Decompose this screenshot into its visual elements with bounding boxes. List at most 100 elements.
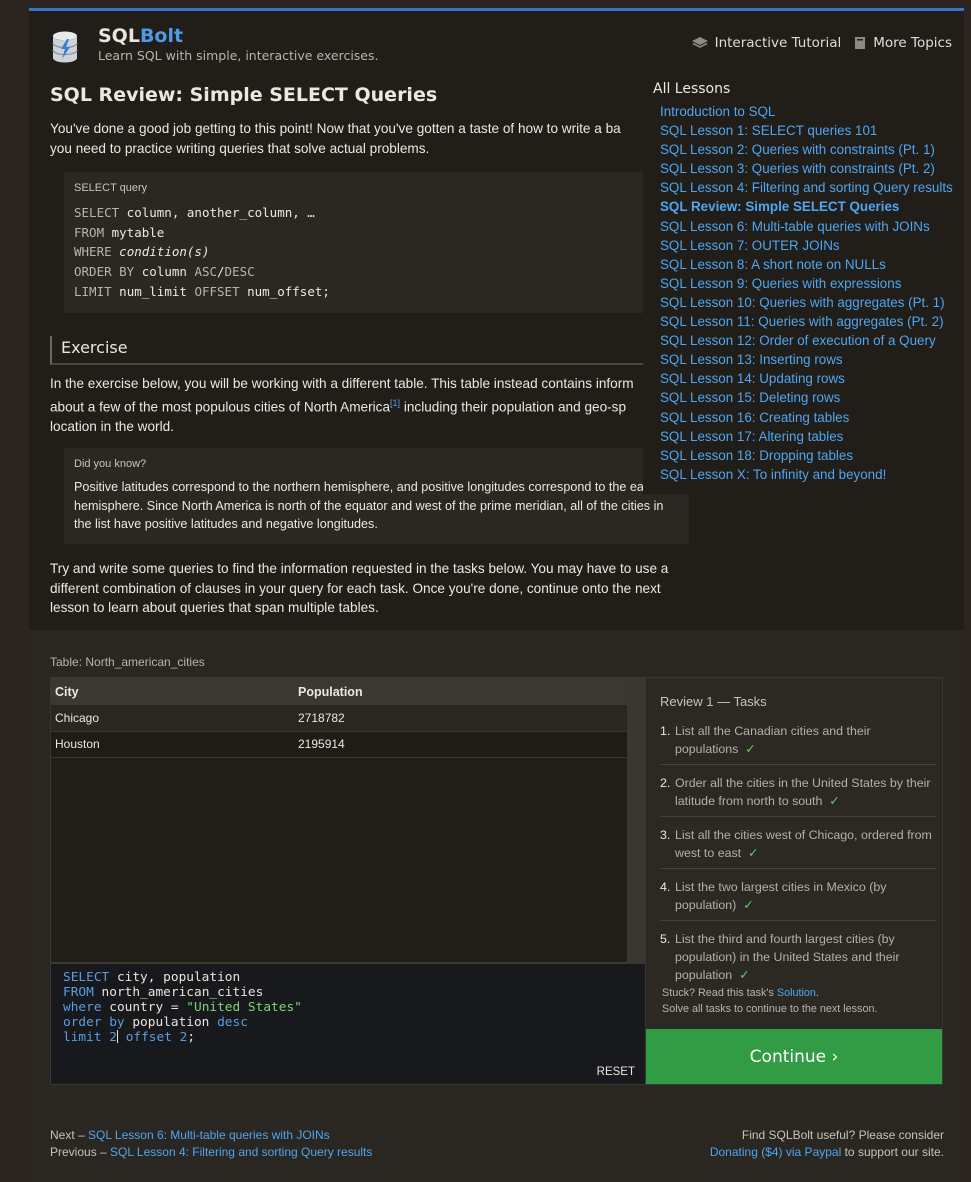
- stuck-hint: Stuck? Read this task's Solution. Solve …: [662, 985, 877, 1017]
- footnote-link[interactable]: [1]: [390, 398, 400, 408]
- exercise-paragraph: In the exercise below, you will be worki…: [50, 374, 690, 436]
- lesson-link-10[interactable]: SQL Lesson 10: Queries with aggregates (…: [660, 293, 964, 312]
- lesson-link-3[interactable]: SQL Lesson 3: Queries with constraints (…: [660, 159, 964, 178]
- tasks-panel: Review 1 — Tasks 1. List all the Canadian…: [645, 677, 943, 1085]
- page: SQLBolt Learn SQL with simple, interacti…: [29, 8, 964, 1182]
- task-text: Order all the cities in the United State…: [675, 776, 931, 808]
- book-icon: [855, 37, 866, 49]
- lesson-link-2[interactable]: SQL Lesson 2: Queries with constraints (…: [660, 140, 964, 159]
- brand-sql: SQL: [98, 25, 140, 47]
- try-paragraph: Try and write some queries to find the i…: [50, 561, 669, 615]
- code-caption: SELECT query: [74, 182, 148, 194]
- database-logo-icon[interactable]: [50, 30, 80, 64]
- lessons-list: Introduction to SQL SQL Lesson 1: SELECT…: [653, 102, 964, 484]
- code-syntax: SELECT column, another_column, … FROM my…: [74, 205, 330, 299]
- continue-button[interactable]: Continue ›: [646, 1029, 942, 1084]
- exercise-line-3: location in the world.: [50, 418, 174, 434]
- table-row: Chicago 2718782: [51, 705, 628, 732]
- lesson-link-1[interactable]: SQL Lesson 1: SELECT queries 101: [660, 121, 964, 140]
- stuck-suffix: .: [815, 987, 819, 999]
- exercise-line-2: about a few of the most populous cities …: [50, 399, 391, 415]
- page-title: SQL Review: Simple SELECT Queries: [50, 84, 438, 106]
- task-text: List the two largest cities in Mexico (b…: [675, 880, 887, 912]
- top-nav: Interactive Tutorial More Topics: [691, 35, 952, 51]
- lesson-link-16[interactable]: SQL Lesson 16: Creating tables: [660, 408, 964, 427]
- lesson-link-12[interactable]: SQL Lesson 12: Order of execution of a Q…: [660, 331, 964, 350]
- sql-query-editor[interactable]: SELECT city, population FROM north_ameri…: [50, 963, 646, 1085]
- table-cell: Houston: [51, 731, 294, 758]
- results-table: City Population Chicago 2718782 Houston …: [51, 678, 628, 758]
- tasks-list: 1. List all the Canadian cities and their…: [660, 720, 936, 997]
- check-icon: ✓: [739, 968, 750, 982]
- did-you-know-text: Positive latitudes correspond to the nor…: [74, 480, 672, 531]
- lesson-link-11[interactable]: SQL Lesson 11: Queries with aggregates (…: [660, 312, 964, 331]
- task-item: 5. List the third and fourth largest citi…: [660, 932, 900, 982]
- check-icon: ✓: [829, 794, 840, 808]
- table-scrollbar[interactable]: [627, 678, 644, 962]
- table-cell: 2195914: [294, 731, 628, 758]
- solve-all-text: Solve all tasks to continue to the next …: [662, 1003, 878, 1015]
- task-item: 2. Order all the cities in the United Sta…: [660, 772, 936, 817]
- text-cursor: [116, 1030, 118, 1043]
- sql-query-text[interactable]: SELECT city, population FROM north_ameri…: [63, 970, 633, 1045]
- footer-navigation: Next – SQL Lesson 6: Multi-table queries…: [50, 1127, 372, 1161]
- solution-link[interactable]: Solution: [777, 987, 816, 999]
- donate-link[interactable]: Donating ($4) via Paypal: [710, 1145, 841, 1159]
- column-header-city: City: [51, 678, 294, 705]
- lesson-link-intro[interactable]: Introduction to SQL: [660, 102, 964, 121]
- lesson-link-4[interactable]: SQL Lesson 4: Filtering and sorting Quer…: [660, 178, 964, 197]
- lesson-link-review-current[interactable]: SQL Review: Simple SELECT Queries: [660, 197, 964, 216]
- brand-bolt: Bolt: [139, 25, 184, 47]
- intro-line-2: you need to practice writing queries tha…: [50, 140, 430, 156]
- exercise-area: Table: North_american_cities City Popula…: [29, 630, 964, 1182]
- all-lessons-dropdown: All Lessons Introduction to SQL SQL Less…: [643, 69, 964, 494]
- table-cell: 2718782: [294, 705, 628, 732]
- table-caption: Table: North_american_cities: [50, 655, 205, 669]
- exercise-line-2b: including their population and geo-sp: [400, 399, 627, 415]
- nav-interactive-tutorial[interactable]: Interactive Tutorial: [691, 35, 842, 51]
- previous-prefix: Previous –: [50, 1145, 111, 1159]
- stuck-prefix: Stuck? Read this task's: [662, 987, 777, 999]
- task-item: 4. List the two largest cities in Mexico …: [660, 876, 936, 921]
- check-icon: ✓: [745, 742, 756, 756]
- lesson-link-7[interactable]: SQL Lesson 7: OUTER JOINs: [660, 236, 964, 255]
- exercise-line-1: In the exercise below, you will be worki…: [50, 376, 634, 391]
- check-icon: ✓: [743, 898, 754, 912]
- task-text: List the third and fourth largest cities…: [675, 932, 900, 982]
- lesson-link-13[interactable]: SQL Lesson 13: Inserting rows: [660, 350, 964, 369]
- layers-icon: [691, 37, 708, 48]
- check-icon: ✓: [748, 846, 759, 860]
- select-query-syntax-box: SELECT query SELECT column, another_colu…: [64, 172, 689, 313]
- nav-more-topics[interactable]: More Topics: [853, 35, 952, 51]
- intro-line-1: You've done a good job getting to this p…: [50, 121, 621, 136]
- reset-button[interactable]: RESET: [597, 1066, 635, 1078]
- lesson-link-18[interactable]: SQL Lesson 18: Dropping tables: [660, 446, 964, 465]
- next-lesson-link[interactable]: SQL Lesson 6: Multi-table queries with J…: [88, 1128, 330, 1142]
- table-header-row: City Population: [51, 678, 628, 705]
- nav-more-topics-label: More Topics: [873, 35, 952, 51]
- lesson-link-8[interactable]: SQL Lesson 8: A short note on NULLs: [660, 255, 964, 274]
- lesson-link-9[interactable]: SQL Lesson 9: Queries with expressions: [660, 274, 964, 293]
- task-item: 3. List all the cities west of Chicago, o…: [660, 824, 936, 869]
- lesson-link-15[interactable]: SQL Lesson 15: Deleting rows: [660, 388, 964, 407]
- table-row: Houston 2195914: [51, 731, 628, 758]
- footer-donate: Find SQLBolt useful? Please consider Don…: [710, 1127, 944, 1161]
- previous-lesson-link[interactable]: SQL Lesson 4: Filtering and sorting Quer…: [110, 1145, 372, 1159]
- task-text: List all the cities west of Chicago, ord…: [675, 828, 932, 860]
- tagline: Learn SQL with simple, interactive exerc…: [98, 48, 379, 63]
- lesson-link-x[interactable]: SQL Lesson X: To infinity and beyond!: [660, 465, 964, 484]
- task-text: List all the Canadian cities and their p…: [675, 724, 871, 756]
- lesson-link-17[interactable]: SQL Lesson 17: Altering tables: [660, 427, 964, 446]
- donate-suffix: to support our site.: [841, 1145, 944, 1159]
- brand-name[interactable]: SQLBolt: [98, 25, 183, 47]
- task-item: 1. List all the Canadian cities and their…: [660, 720, 936, 765]
- next-prefix: Next –: [50, 1128, 89, 1142]
- useful-text: Find SQLBolt useful? Please consider: [741, 1128, 944, 1142]
- lesson-link-14[interactable]: SQL Lesson 14: Updating rows: [660, 369, 964, 388]
- did-you-know-caption: Did you know?: [74, 458, 147, 470]
- table-cell: Chicago: [51, 705, 294, 732]
- nav-interactive-tutorial-label: Interactive Tutorial: [714, 35, 842, 51]
- tasks-heading: Review 1 — Tasks: [660, 694, 767, 709]
- lesson-link-6[interactable]: SQL Lesson 6: Multi-table queries with J…: [660, 217, 964, 236]
- column-header-population: Population: [294, 678, 628, 705]
